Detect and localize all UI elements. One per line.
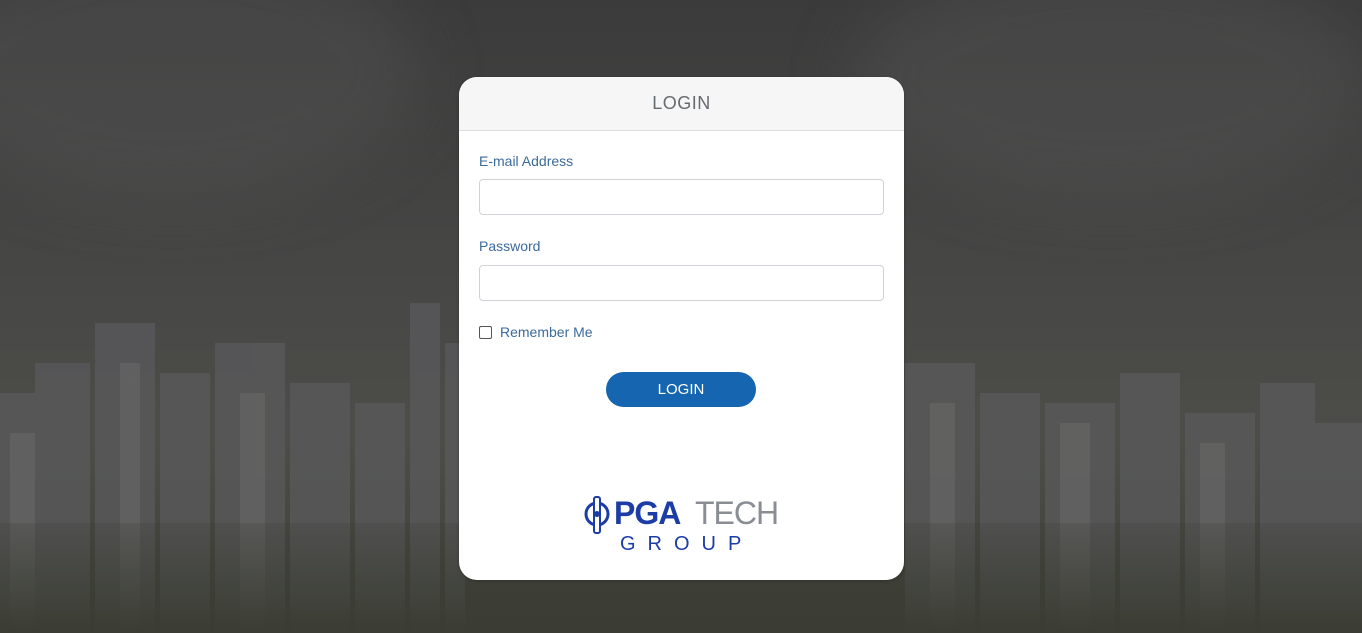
logo-word-group: GROUP: [620, 533, 754, 555]
email-label: E-mail Address: [479, 153, 574, 169]
logo-word-pga: PGA: [614, 495, 681, 531]
email-input[interactable]: [479, 179, 884, 215]
pga-logo-mark-icon: [584, 496, 610, 534]
login-card: LOGIN E-mail Address Password Remember M…: [459, 77, 904, 580]
remember-me-row: Remember Me: [479, 324, 593, 340]
logo-word-tech: TECH: [695, 495, 779, 531]
remember-me-label[interactable]: Remember Me: [500, 324, 593, 340]
remember-me-checkbox[interactable]: [479, 325, 492, 339]
password-input[interactable]: [479, 265, 884, 301]
company-logo: PGA TECH GROUP: [583, 494, 779, 556]
card-title: LOGIN: [652, 93, 711, 113]
password-label: Password: [479, 238, 541, 254]
login-button[interactable]: LOGIN: [606, 372, 756, 407]
card-header: LOGIN: [459, 77, 904, 131]
